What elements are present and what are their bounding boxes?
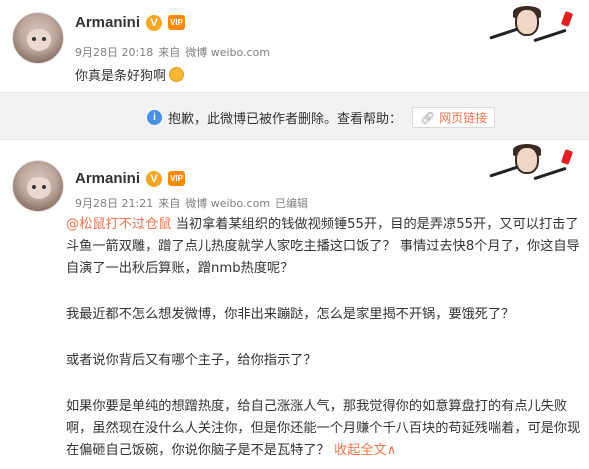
post-text: 你真是条好狗啊	[75, 65, 185, 84]
paragraph-4: 如果你要是单纯的想蹭热度，给自己涨涨人气，那我觉得你的如意算盘打的有点儿失败啊，…	[66, 396, 586, 462]
post-source[interactable]: 微博 weibo.com	[185, 44, 270, 60]
post-time[interactable]: 9月28日 21:21	[75, 195, 153, 211]
post-meta: 9月28日 20:18 来自 微博 weibo.com	[75, 44, 270, 60]
post-meta: 9月28日 21:21 来自 微博 weibo.com 已编辑	[75, 195, 308, 211]
deleted-message: 抱歉，此微博已被作者删除。查看帮助：	[168, 112, 403, 127]
author-name[interactable]: Armanini	[75, 14, 140, 31]
collapse-text-label: 收起全文	[333, 443, 387, 458]
author-row: Armanini V VIP	[75, 170, 186, 187]
paragraph-4-text: 如果你要是单纯的想蹭热度，给自己涨涨人气，那我觉得你的如意算盘打的有点儿失败啊，…	[66, 399, 581, 458]
web-link-label: 网页链接	[439, 111, 488, 125]
weibo-post-1: Armanini V VIP 9月28日 20:18 来自 微博 weibo.c…	[0, 0, 589, 92]
chevron-up-icon: ∧	[386, 443, 397, 458]
author-row: Armanini V VIP	[75, 14, 186, 31]
user-mention-link[interactable]: @松鼠打不过仓鼠	[66, 217, 172, 232]
edited-label[interactable]: 已编辑	[275, 195, 308, 211]
verified-icon: V	[146, 14, 163, 31]
source-prefix: 来自	[158, 46, 181, 59]
vip-badge[interactable]: VIP	[168, 171, 186, 186]
collapse-text-link[interactable]: 收起全文∧	[334, 443, 396, 458]
author-avatar[interactable]	[12, 160, 64, 212]
paragraph-3: 或者说你背后又有哪个主子，给你指示了？	[66, 353, 317, 368]
post-body: @松鼠打不过仓鼠 当初拿着某组织的钱做视频锤55开，目的是弄凉55开，又可以打击…	[66, 214, 586, 462]
card-decoration-icon	[485, 144, 577, 188]
post-time[interactable]: 9月28日 20:18	[75, 44, 153, 60]
source-prefix: 来自	[158, 197, 181, 210]
card-decoration-icon	[485, 6, 577, 50]
deleted-retweet-notice: i 抱歉，此微博已被作者删除。查看帮助： 🔗︎ 网页链接	[0, 92, 589, 140]
author-name[interactable]: Armanini	[75, 170, 140, 187]
author-avatar[interactable]	[12, 12, 64, 64]
link-icon: 🔗︎	[420, 110, 436, 125]
info-icon: i	[147, 110, 162, 125]
paragraph-2: 我最近都不怎么想发微博，你非出来蹦跶，怎么是家里揭不开锅，要饿死了？	[66, 307, 515, 322]
verified-icon: V	[146, 170, 163, 187]
vip-badge[interactable]: VIP	[168, 15, 186, 30]
paragraph-1: @松鼠打不过仓鼠 当初拿着某组织的钱做视频锤55开，目的是弄凉55开，又可以打击…	[66, 214, 586, 280]
web-link-button[interactable]: 🔗︎ 网页链接	[412, 107, 496, 128]
post-source[interactable]: 微博 weibo.com	[185, 195, 270, 211]
post-text-content: 你真是条好狗啊	[75, 69, 167, 84]
pray-emoji-icon	[169, 67, 185, 82]
